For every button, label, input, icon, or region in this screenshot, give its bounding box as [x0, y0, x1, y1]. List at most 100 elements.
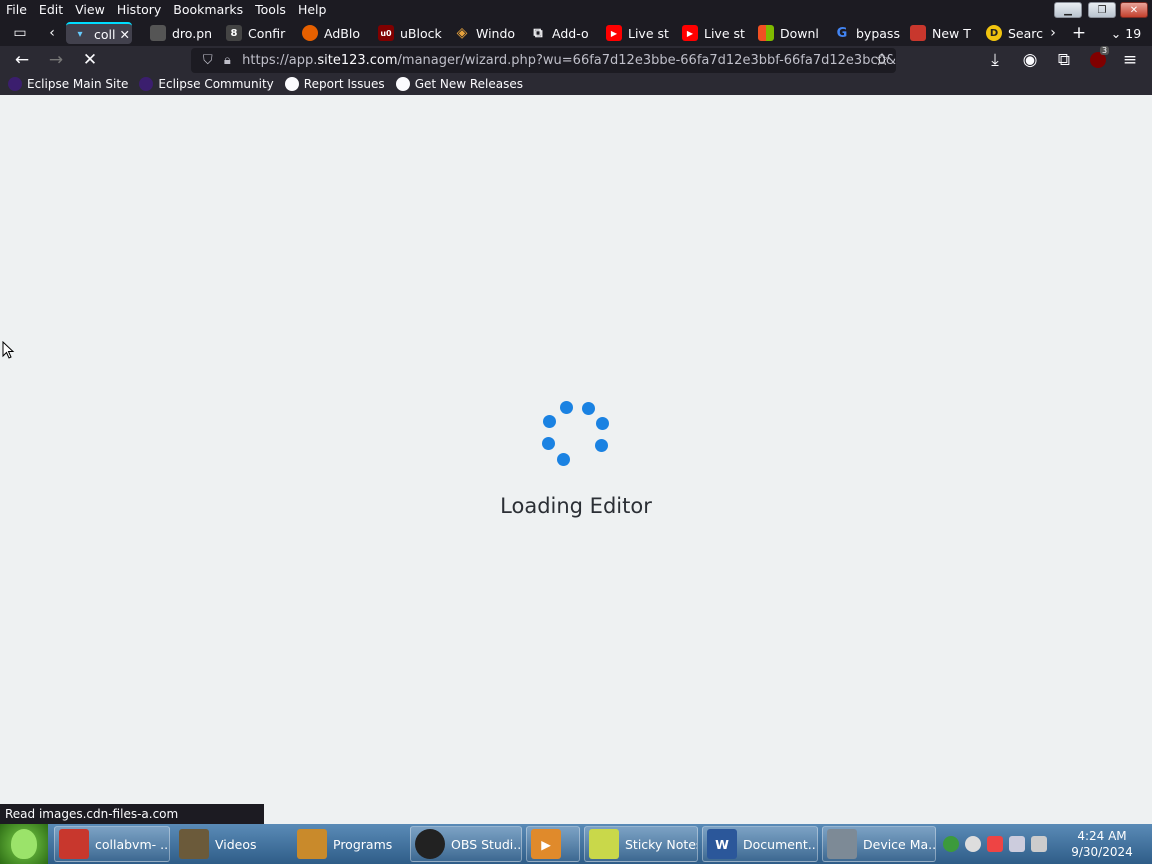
- url-bar[interactable]: ⛉ 🔒︎ https://app.site123.com/manager/wiz…: [191, 48, 896, 73]
- tab-item[interactable]: 8 Confir: [226, 22, 294, 44]
- bookmark-eclipse-community[interactable]: Eclipse Community: [139, 77, 274, 91]
- tab-strip: ▭ ‹ ▾ coll ✕ dro.pn 8 Confir AdBlo u0 uB…: [0, 20, 1152, 46]
- tab-item[interactable]: ▶ Live st: [606, 22, 672, 44]
- network-monitor-icon[interactable]: [1009, 836, 1025, 852]
- download-icon: ⤓: [991, 50, 999, 70]
- menu-bookmarks[interactable]: Bookmarks: [167, 0, 249, 20]
- volume-muted-icon[interactable]: [1031, 836, 1047, 852]
- taskbar-item-sticky-notes[interactable]: Sticky Notes: [584, 826, 698, 862]
- tab-label: Add-o: [552, 25, 589, 41]
- diamond-icon: ◈: [456, 25, 468, 41]
- tab-label: Live st: [704, 25, 745, 41]
- tracking-protection-icon[interactable]: ⛉: [197, 53, 219, 68]
- scroll-tabs-left-icon[interactable]: ‹: [40, 22, 64, 44]
- tab-item[interactable]: G bypass: [834, 22, 902, 44]
- minimize-button[interactable]: ▁: [1054, 2, 1082, 18]
- network-globe-icon[interactable]: [943, 836, 959, 852]
- close-window-button[interactable]: ✕: [1120, 2, 1148, 18]
- tab-item[interactable]: ⧉ Add-o: [530, 22, 598, 44]
- ublock-extension-button[interactable]: 3: [1086, 46, 1110, 72]
- taskbar-item-collabvm[interactable]: collabvm- ...: [54, 826, 170, 862]
- taskbar-label: collabvm- ...: [95, 836, 170, 852]
- loading-text: Loading Editor: [500, 494, 652, 518]
- taskbar-item-device-manager[interactable]: Device Ma...: [822, 826, 936, 862]
- menu-file[interactable]: File: [0, 0, 33, 20]
- menu-edit[interactable]: Edit: [33, 0, 69, 20]
- taskbar-item-programs[interactable]: Programs: [292, 826, 404, 862]
- bookmarks-bar: Eclipse Main Site Eclipse Community Repo…: [0, 73, 1152, 95]
- back-button[interactable]: ←: [10, 48, 34, 72]
- clock-time: 4:24 AM: [1077, 829, 1127, 843]
- stop-icon: ✕: [82, 50, 98, 70]
- restore-button[interactable]: ❐: [1088, 2, 1116, 18]
- tab-label: New T: [932, 25, 971, 41]
- gitlab-icon: [910, 25, 926, 41]
- search-engine-icon: D: [986, 25, 1002, 41]
- google-icon: G: [836, 25, 848, 41]
- tab-item[interactable]: ▶ Live st: [682, 22, 748, 44]
- action-center-flag-icon[interactable]: [987, 836, 1003, 852]
- menu-history[interactable]: History: [111, 0, 167, 20]
- taskbar-label: Videos: [215, 836, 257, 852]
- url-text: https://app.site123.com/manager/wizard.p…: [242, 53, 896, 68]
- alien-start-icon: [11, 829, 37, 859]
- account-button[interactable]: ◉: [1018, 48, 1042, 72]
- tab-item[interactable]: D Search: [986, 22, 1044, 44]
- scroll-tabs-right-icon[interactable]: ›: [1044, 22, 1062, 44]
- page-content: Loading Editor: [0, 95, 1152, 824]
- tab-active[interactable]: ▾ coll ✕: [66, 22, 132, 44]
- tab-label: bypass: [856, 25, 900, 41]
- start-button[interactable]: [0, 824, 48, 864]
- spinner-dot: [557, 453, 570, 466]
- windows-icon: [758, 25, 774, 41]
- status-bar: Read images.cdn-files-a.com: [0, 804, 264, 824]
- bookmark-report-issues[interactable]: Report Issues: [284, 77, 385, 91]
- taskbar: collabvm- ... Videos Programs OBS Studi.…: [0, 824, 1152, 864]
- taskbar-item-word[interactable]: W Document...: [702, 826, 818, 862]
- system-clock[interactable]: 4:24 AM 9/30/2024: [1070, 828, 1134, 860]
- lock-icon[interactable]: 🔒︎: [219, 53, 237, 68]
- image-icon: [150, 25, 166, 41]
- tab-manager-icon[interactable]: ▭: [8, 22, 32, 44]
- video-folder-icon: [179, 829, 209, 859]
- extensions-button[interactable]: ⧉: [1052, 48, 1076, 72]
- back-arrow-icon: ←: [14, 50, 30, 70]
- stop-loading-button[interactable]: ✕: [78, 48, 102, 72]
- tab-label: Live st: [628, 25, 669, 41]
- tab-item[interactable]: Downl: [758, 22, 826, 44]
- tab-item[interactable]: AdBlo: [302, 22, 370, 44]
- bookmark-star-button[interactable]: ☆: [870, 48, 894, 72]
- forward-arrow-icon: →: [48, 50, 64, 70]
- taskbar-item-videos[interactable]: Videos: [174, 826, 288, 862]
- bookmark-label: Get New Releases: [414, 77, 524, 91]
- tab-item[interactable]: New T: [910, 22, 978, 44]
- bookmark-get-new-releases[interactable]: Get New Releases: [395, 77, 524, 91]
- taskbar-item-media-player[interactable]: ▶: [526, 826, 580, 862]
- navigation-bar: ← → ✕ ⛉ 🔒︎ https://app.site123.com/manag…: [0, 46, 1152, 73]
- puzzle-icon: ⧉: [533, 25, 543, 41]
- tab-item[interactable]: dro.pn: [150, 22, 220, 44]
- update-icon[interactable]: [965, 836, 981, 852]
- tab-item[interactable]: ◈ Windo: [454, 22, 522, 44]
- spinner-dot: [542, 437, 555, 450]
- bookmark-eclipse-main-site[interactable]: Eclipse Main Site: [8, 77, 128, 91]
- close-tab-icon[interactable]: ✕: [119, 27, 129, 42]
- bookmark-label: Eclipse Main Site: [27, 77, 129, 91]
- taskbar-item-obs[interactable]: OBS Studi...: [410, 826, 522, 862]
- menu-view[interactable]: View: [69, 0, 111, 20]
- menu-tools[interactable]: Tools: [249, 0, 292, 20]
- tab-item[interactable]: u0 uBlock: [378, 22, 446, 44]
- downloads-button[interactable]: ⤓: [983, 48, 1007, 72]
- forward-button[interactable]: →: [44, 48, 68, 72]
- number-8-icon: 8: [226, 25, 242, 41]
- tab-count: 19: [1125, 25, 1142, 41]
- bookmark-label: Report Issues: [303, 77, 385, 91]
- app-menu-button[interactable]: ≡: [1118, 48, 1142, 72]
- new-tab-button[interactable]: +: [1068, 22, 1090, 44]
- tab-label: Downl: [780, 25, 819, 41]
- menu-help[interactable]: Help: [292, 0, 333, 20]
- clock-date: 9/30/2024: [1071, 845, 1133, 859]
- tab-label: AdBlo: [324, 25, 360, 41]
- firefox-tab-icon: ▾: [72, 26, 88, 42]
- list-all-tabs-button[interactable]: ⌄ 19: [1104, 22, 1148, 44]
